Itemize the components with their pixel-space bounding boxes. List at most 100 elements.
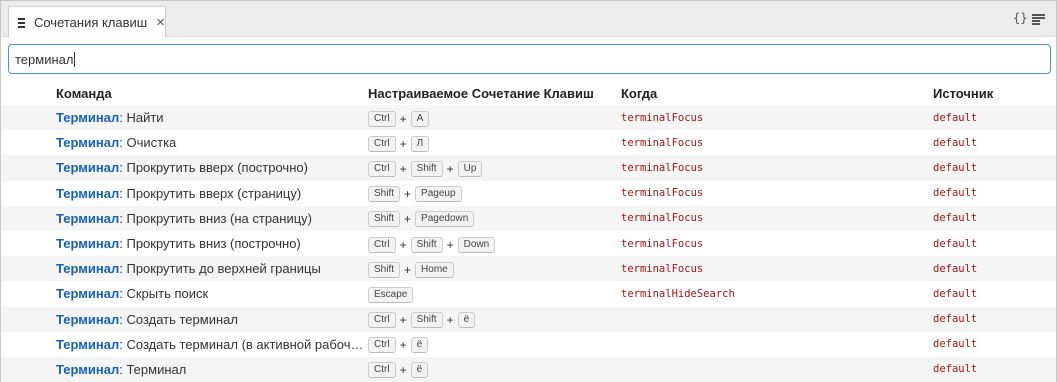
command-label: : Найти bbox=[119, 110, 164, 126]
table-row[interactable]: Терминал: Прокрутить вниз (построчно) Ctr… bbox=[1, 231, 1056, 256]
command-cell: Терминал: Терминал bbox=[1, 356, 368, 382]
keybinding-cell[interactable]: Ctrl + Shift + Up bbox=[368, 155, 621, 181]
table-row[interactable]: Терминал: Создать терминал (в активной р… bbox=[1, 332, 1056, 357]
table-row[interactable]: Терминал: Прокрутить до верхней границы S… bbox=[1, 256, 1056, 282]
command-cell: Терминал: Прокрутить до верхней границы bbox=[1, 256, 368, 282]
keybinding-cell[interactable]: Ctrl + ё bbox=[368, 356, 621, 382]
when-cell[interactable]: terminalFocus bbox=[621, 105, 933, 131]
column-header-when[interactable]: Когда bbox=[621, 81, 933, 105]
key-cap: A bbox=[410, 110, 430, 127]
keybinding: Shift + Home bbox=[368, 261, 454, 278]
when-cell[interactable] bbox=[621, 332, 933, 357]
key-cap: Ctrl bbox=[368, 312, 396, 329]
source-cell: default bbox=[933, 338, 978, 351]
command-category: Терминал bbox=[56, 336, 120, 352]
when-cell[interactable]: terminalFocus bbox=[621, 130, 933, 155]
keybinding-cell[interactable]: Ctrl + Л bbox=[368, 130, 621, 155]
keybinding-cell[interactable]: Shift + Home bbox=[368, 256, 621, 282]
keybindings-table: Команда Настраиваемое Сочетание Клавиш К… bbox=[1, 81, 1056, 382]
source-cell: default bbox=[933, 237, 978, 250]
text-caret bbox=[74, 51, 76, 67]
command-cell: Терминал: Найти bbox=[1, 105, 368, 131]
when-cell[interactable]: terminalFocus bbox=[621, 256, 933, 282]
column-header-command[interactable]: Команда bbox=[1, 81, 368, 105]
table-row[interactable]: Терминал: Прокрутить вверх (страницу) Shi… bbox=[1, 181, 1056, 206]
when-cell[interactable]: terminalHideSearch bbox=[621, 281, 933, 306]
when-cell[interactable]: terminalFocus bbox=[621, 155, 933, 181]
keybindings-editor: Сочетания клавиш × {} терминал Команда Н… bbox=[0, 0, 1057, 382]
key-cap: Ctrl bbox=[368, 135, 396, 152]
command-cell: Терминал: Прокрутить вверх (построчно) bbox=[1, 155, 368, 181]
keybinding: Ctrl + Shift + Up bbox=[368, 160, 483, 177]
table-row[interactable]: Терминал: Очистка Ctrl + Л terminalFocus defa… bbox=[1, 130, 1056, 155]
open-json-icon[interactable]: {} bbox=[1013, 12, 1027, 24]
table-row[interactable]: Терминал: Найти Ctrl + AterminalFocus defaul… bbox=[1, 105, 1056, 131]
table-row[interactable]: Терминал: Скрыть поиск Escape terminalHide… bbox=[1, 281, 1056, 306]
tab-bar: Сочетания клавиш × {} bbox=[1, 1, 1056, 38]
key-cap: Up bbox=[457, 160, 483, 177]
source-cell: default bbox=[933, 356, 1056, 382]
plus-separator: + bbox=[399, 111, 407, 126]
table-row[interactable]: Терминал: Терминал Ctrl + ё default bbox=[1, 356, 1056, 382]
plus-separator: + bbox=[399, 313, 407, 328]
plus-separator: + bbox=[399, 136, 407, 151]
keybinding: Shift + Pageup bbox=[368, 186, 462, 203]
key-cap: ё bbox=[410, 362, 429, 379]
plus-separator: + bbox=[399, 161, 407, 176]
keybinding: Shift + Pagedown bbox=[368, 211, 475, 228]
source-cell: default bbox=[933, 105, 1056, 131]
key-cap: ё bbox=[457, 312, 476, 329]
close-icon[interactable]: × bbox=[156, 15, 165, 30]
source-cell: default bbox=[933, 306, 1056, 332]
plus-separator: + bbox=[446, 313, 454, 328]
keybinding-cell[interactable]: Escape bbox=[368, 281, 621, 306]
when-cell[interactable]: terminalFocus bbox=[621, 231, 933, 256]
tab-keyboard-shortcuts[interactable]: Сочетания клавиш × bbox=[8, 6, 166, 38]
keybinding-cell[interactable]: Shift + Pagedown bbox=[368, 205, 621, 231]
search-input[interactable]: терминал bbox=[8, 44, 1051, 74]
source-cell: default bbox=[933, 136, 978, 149]
key-cap: Pageup bbox=[415, 186, 462, 203]
plus-separator: + bbox=[404, 187, 412, 202]
key-cap: Ctrl bbox=[368, 110, 396, 127]
keybinding-cell[interactable]: Shift + Pageup bbox=[368, 181, 621, 206]
command-category: Терминал bbox=[56, 110, 120, 126]
column-header-keybinding[interactable]: Настраиваемое Сочетание Клавиш bbox=[368, 81, 621, 105]
keybinding-cell[interactable]: Ctrl + Shift + ё bbox=[368, 306, 621, 332]
key-cap: Shift bbox=[410, 236, 443, 253]
key-cap: Shift bbox=[410, 312, 443, 329]
column-header-source[interactable]: Источник bbox=[933, 81, 1056, 105]
command-cell: Терминал: Скрыть поиск bbox=[1, 281, 368, 306]
menu-icon bbox=[18, 17, 25, 28]
keybinding: Escape bbox=[368, 286, 414, 303]
command-cell: Терминал: Создать терминал bbox=[1, 306, 368, 332]
tab-title: Сочетания клавиш bbox=[33, 15, 148, 30]
keybinding-cell[interactable]: Ctrl + A bbox=[368, 105, 621, 131]
command-category: Терминал bbox=[56, 261, 120, 277]
keybinding: Ctrl + Shift + Down bbox=[368, 236, 496, 253]
table-row[interactable]: Терминал: Прокрутить вверх (построчно) Ct… bbox=[1, 155, 1056, 181]
table-row[interactable]: Терминал: Создать терминал Ctrl + Shift + ё de… bbox=[1, 306, 1056, 332]
when-cell[interactable]: terminalFocus bbox=[621, 205, 933, 231]
command-cell: Терминал: Прокрутить вверх (страницу) bbox=[1, 181, 368, 206]
key-cap: Ctrl bbox=[368, 236, 396, 253]
key-cap: ё bbox=[410, 337, 429, 354]
plus-separator: + bbox=[446, 161, 454, 176]
command-label: : Создать терминал (в активной рабочей .… bbox=[119, 336, 368, 352]
source-cell: default bbox=[933, 256, 1056, 282]
keybinding-cell[interactable]: Ctrl + ё bbox=[368, 332, 621, 357]
when-cell[interactable] bbox=[621, 356, 933, 382]
command-category: Терминал bbox=[56, 236, 120, 252]
table-row[interactable]: Терминал: Прокрутить вниз (на страницу) S… bbox=[1, 205, 1056, 231]
key-cap: Home bbox=[415, 261, 454, 278]
plus-separator: + bbox=[404, 262, 412, 277]
command-cell: Терминал: Очистка bbox=[1, 130, 368, 155]
when-cell[interactable]: terminalFocus bbox=[621, 181, 933, 206]
plus-separator: + bbox=[404, 212, 412, 227]
keyboard-layout-icon[interactable] bbox=[1032, 14, 1045, 25]
keybinding-cell[interactable]: Ctrl + Shift + Down bbox=[368, 231, 621, 256]
keybinding: Ctrl + Л bbox=[368, 135, 430, 152]
command-cell: Терминал: Прокрутить вниз (построчно) bbox=[1, 231, 368, 256]
when-cell[interactable] bbox=[621, 306, 933, 332]
command-label: : Прокрутить вниз (построчно) bbox=[119, 236, 301, 252]
